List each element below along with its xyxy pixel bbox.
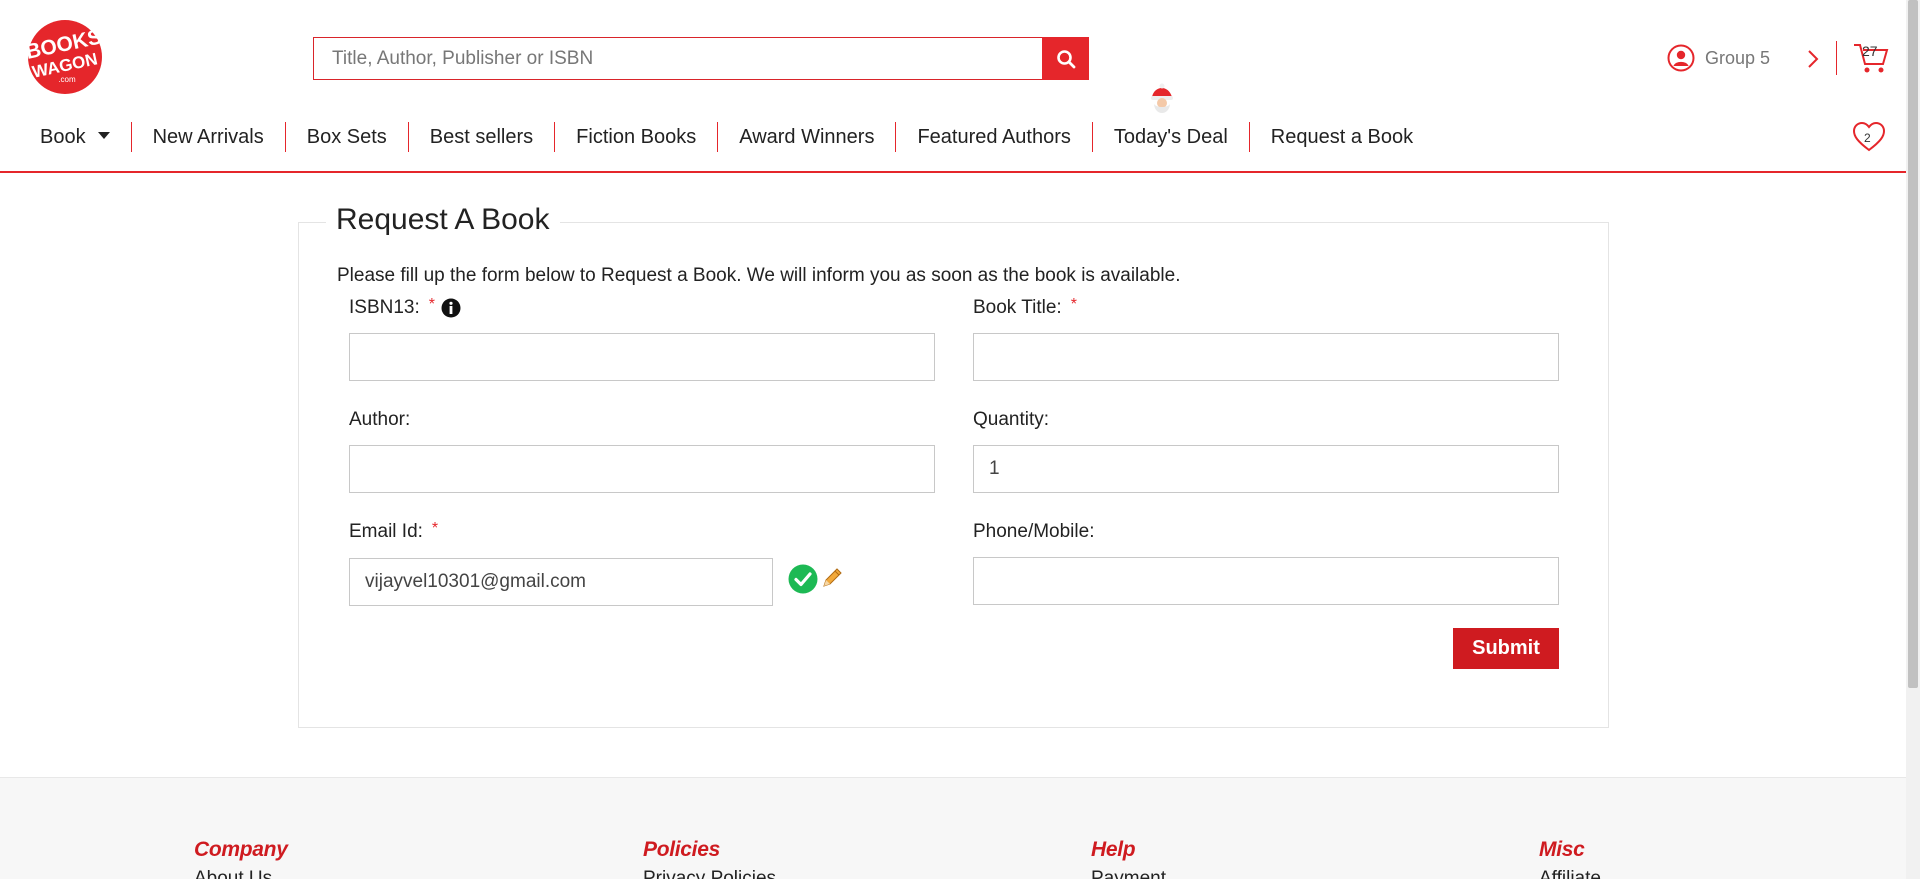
author-label-row: Author: (349, 409, 410, 431)
form-title: Request A Book (326, 203, 560, 237)
book-title-label-row: Book Title: * (973, 296, 1077, 319)
book-title-label: Book Title: (973, 297, 1062, 318)
check-circle-icon (788, 564, 818, 594)
email-label-row: Email Id: * (349, 520, 439, 543)
nav-book-label: Book (40, 126, 86, 148)
required-mark: * (431, 520, 439, 537)
form-intro: Please fill up the form below to Request… (337, 265, 1181, 286)
phone-input[interactable] (973, 557, 1559, 605)
scrollbar-thumb[interactable] (1908, 0, 1918, 688)
user-icon (1667, 44, 1695, 72)
footer-col-help: Help Payment (1091, 838, 1166, 879)
author-label: Author: (349, 409, 411, 430)
footer-col-misc: Misc Affiliate (1539, 838, 1601, 879)
search-bar (313, 37, 1089, 80)
isbn-label-row: ISBN13: * (349, 296, 461, 319)
book-title-input[interactable] (973, 333, 1559, 381)
main-nav: Book New Arrivals Box Sets Best sellers … (20, 118, 1434, 156)
footer-link-payment[interactable]: Payment (1091, 868, 1166, 879)
nav-award-winners[interactable]: Award Winners (717, 122, 895, 152)
account-menu[interactable]: Group 5 (1667, 44, 1770, 72)
isbn-label: ISBN13: (349, 297, 420, 318)
cart-count: 27 (1862, 43, 1878, 59)
nav-featured-authors[interactable]: Featured Authors (895, 122, 1091, 152)
footer-col-policies: Policies Privacy Policies (643, 838, 776, 879)
search-button[interactable] (1042, 37, 1089, 80)
isbn-input[interactable] (349, 333, 935, 381)
submit-button[interactable]: Submit (1453, 628, 1559, 669)
nav-request-a-book[interactable]: Request a Book (1248, 122, 1434, 152)
info-icon[interactable] (441, 298, 461, 318)
nav-divider (0, 171, 1906, 173)
santa-icon (1151, 83, 1173, 113)
footer-col-company: Company About Us (194, 838, 288, 879)
required-mark: * (428, 296, 435, 313)
author-input[interactable] (349, 445, 935, 493)
caret-down-icon (97, 132, 110, 139)
phone-label-row: Phone/Mobile: (973, 521, 1094, 543)
nav-todays-deal[interactable]: Today's Deal (1091, 122, 1249, 152)
wishlist-count: 2 (1864, 131, 1871, 145)
nav-book[interactable]: Book (20, 122, 131, 152)
footer-heading-help: Help (1091, 838, 1136, 861)
nav-best-sellers[interactable]: Best sellers (407, 122, 554, 152)
nav-new-arrivals[interactable]: New Arrivals (130, 122, 285, 152)
account-label: Group 5 (1705, 47, 1771, 68)
required-mark: * (1070, 296, 1077, 313)
chevron-right-icon[interactable] (1802, 46, 1824, 72)
search-icon (1056, 49, 1075, 68)
pencil-icon[interactable] (820, 566, 844, 590)
phone-label: Phone/Mobile: (973, 521, 1095, 542)
svg-text:.com: .com (58, 75, 76, 84)
search-input[interactable] (313, 37, 1042, 80)
nav-fiction-books[interactable]: Fiction Books (554, 122, 717, 152)
footer-heading-policies: Policies (643, 838, 720, 861)
footer-link-privacy[interactable]: Privacy Policies (643, 868, 776, 879)
email-input[interactable] (349, 558, 773, 606)
footer-heading-company: Company (194, 838, 288, 861)
footer-link-about-us[interactable]: About Us (194, 868, 288, 879)
quantity-label-row: Quantity: (973, 409, 1049, 431)
header-divider (1836, 41, 1837, 75)
quantity-label: Quantity: (973, 409, 1050, 430)
footer-link-affiliate[interactable]: Affiliate (1539, 868, 1601, 879)
footer-heading-misc: Misc (1539, 838, 1585, 861)
email-label: Email Id: (349, 521, 423, 542)
quantity-input[interactable] (973, 445, 1559, 493)
bookswagon-logo[interactable]: BOOKS WAGON .com (19, 19, 112, 96)
nav-box-sets[interactable]: Box Sets (284, 122, 408, 152)
